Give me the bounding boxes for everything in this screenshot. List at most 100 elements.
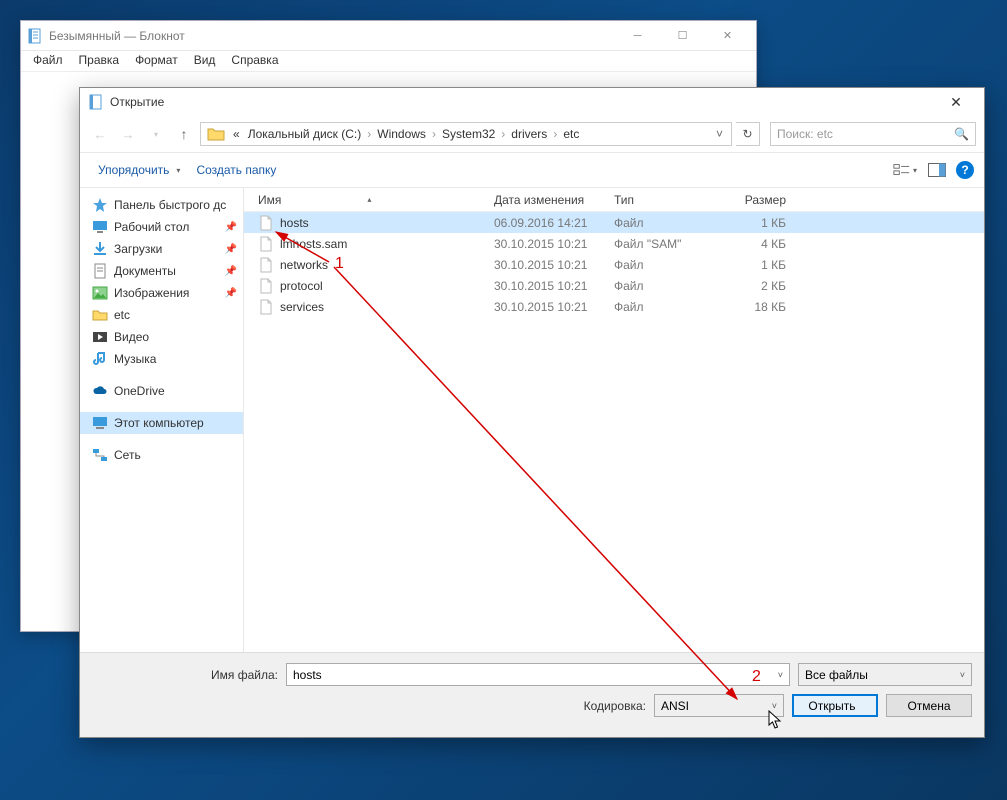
column-size[interactable]: Размер [724,193,796,207]
nav-back-button[interactable]: ← [88,122,112,146]
file-row[interactable]: services30.10.2015 10:21Файл18 КБ [244,296,984,317]
encoding-value: ANSI [661,699,689,713]
column-date[interactable]: Дата изменения [494,193,614,207]
nav-recent-button[interactable]: ▾ [144,122,168,146]
dialog-body: Панель быстрого дс Рабочий стол 📌 Загруз… [80,188,984,652]
sidebar-quick-access[interactable]: Панель быстрого дс [80,194,243,216]
sidebar-item-downloads[interactable]: Загрузки 📌 [80,238,243,260]
nav-up-button[interactable]: ↑ [172,122,196,146]
address-bar[interactable]: « Локальный диск (C:)› Windows› System32… [200,122,732,146]
help-button[interactable]: ? [956,161,974,179]
file-icon [258,215,274,231]
notepad-menu: Файл Правка Формат Вид Справка [21,51,756,71]
file-name: networks [280,258,328,272]
file-row[interactable]: protocol 30.10.2015 10:21Файл2 КБ [244,275,984,296]
nav-forward-button[interactable]: → [116,122,140,146]
sidebar-item-network[interactable]: Сеть [80,444,243,466]
sidebar-item-label: Документы [114,264,176,278]
column-headers: Имя ▴ Дата изменения Тип Размер [244,188,984,212]
maximize-button[interactable]: ☐ [660,22,705,50]
sidebar-item-documents[interactable]: Документы 📌 [80,260,243,282]
file-type: Файл [614,279,724,293]
refresh-button[interactable]: ↻ [736,122,760,146]
notepad-titlebar[interactable]: Безымянный — Блокнот ─ ☐ ✕ [21,21,756,51]
file-icon [258,257,274,273]
annotation-2: 2 [752,668,761,686]
crumb-prefix[interactable]: « [229,127,244,141]
crumb-item[interactable]: etc [559,127,583,141]
sidebar-item-label: Панель быстрого дс [114,198,226,212]
menu-format[interactable]: Формат [127,51,186,71]
preview-pane-button[interactable] [924,159,950,181]
menu-help[interactable]: Справка [223,51,286,71]
filter-select[interactable]: Все файлы ˅ [798,663,972,686]
chevron-right-icon: › [551,127,559,141]
dialog-close-button[interactable]: ✕ [936,89,976,115]
file-icon [258,299,274,315]
sidebar-item-label: Рабочий стол [114,220,189,234]
minimize-button[interactable]: ─ [615,22,660,50]
close-button[interactable]: ✕ [705,22,750,50]
sidebar-item-onedrive[interactable]: OneDrive [80,380,243,402]
menu-edit[interactable]: Правка [71,51,128,71]
menu-view[interactable]: Вид [186,51,224,71]
toolbar: Упорядочить Создать папку ▾ ? [80,152,984,188]
pin-icon: 📌 [225,244,237,255]
file-size: 4 КБ [724,237,796,251]
dialog-titlebar[interactable]: Открытие ✕ [80,88,984,116]
onedrive-icon [92,383,108,399]
file-size: 2 КБ [724,279,796,293]
file-pane: Имя ▴ Дата изменения Тип Размер hosts06.… [244,188,984,652]
file-row[interactable]: hosts06.09.2016 14:21Файл1 КБ [244,212,984,233]
file-name: protocol [280,279,323,293]
file-type: Файл [614,258,724,272]
filename-input[interactable]: hosts ˅ [286,663,790,686]
notepad-icon [88,94,104,110]
sidebar-item-label: Музыка [114,352,156,366]
sidebar-item-pictures[interactable]: Изображения 📌 [80,282,243,304]
menu-file[interactable]: Файл [25,51,71,71]
filename-label: Имя файла: [92,668,278,682]
file-type: Файл "SAM" [614,237,724,251]
pin-icon: 📌 [225,222,237,233]
open-button[interactable]: Открыть [792,694,878,717]
new-folder-button[interactable]: Создать папку [188,159,284,181]
open-dialog: Открытие ✕ ← → ▾ ↑ « Локальный диск (C:)… [79,87,985,738]
chevron-right-icon: › [430,127,438,141]
chevron-down-icon[interactable]: ˅ [778,670,783,680]
sort-asc-icon: ▴ [367,195,371,204]
pictures-icon [92,285,108,301]
file-date: 30.10.2015 10:21 [494,300,614,314]
view-options-button[interactable]: ▾ [892,159,918,181]
folder-icon [207,125,225,143]
file-name: services [280,300,324,314]
search-icon: 🔍 [954,127,969,141]
sidebar-item-desktop[interactable]: Рабочий стол 📌 [80,216,243,238]
crumb-item[interactable]: Локальный диск (C:) [244,127,366,141]
cancel-button[interactable]: Отмена [886,694,972,717]
column-name[interactable]: Имя ▴ [244,193,494,207]
organize-button[interactable]: Упорядочить [90,159,188,181]
sidebar-item-label: etc [114,308,130,322]
search-input[interactable]: Поиск: etc 🔍 [770,122,976,146]
dialog-title: Открытие [110,95,936,109]
filename-value: hosts [293,668,322,682]
file-row[interactable]: networks30.10.2015 10:21Файл1 КБ [244,254,984,275]
file-size: 1 КБ [724,258,796,272]
encoding-select[interactable]: ANSI ˅ [654,694,784,717]
crumb-item[interactable]: Windows [373,127,430,141]
pc-icon [92,415,108,431]
address-dropdown-button[interactable]: ˅ [710,127,729,141]
file-date: 30.10.2015 10:21 [494,279,614,293]
crumb-item[interactable]: drivers [507,127,551,141]
file-row[interactable]: lmhosts.sam30.10.2015 10:21Файл "SAM"4 К… [244,233,984,254]
sidebar-item-this-pc[interactable]: Этот компьютер [80,412,243,434]
sidebar-item-music[interactable]: Музыка [80,348,243,370]
sidebar-item-label: Этот компьютер [114,416,204,430]
column-type[interactable]: Тип [614,193,724,207]
desktop-icon [92,219,108,235]
sidebar-item-label: Сеть [114,448,141,462]
crumb-item[interactable]: System32 [438,127,499,141]
sidebar-item-etc[interactable]: etc [80,304,243,326]
sidebar-item-video[interactable]: Видео [80,326,243,348]
